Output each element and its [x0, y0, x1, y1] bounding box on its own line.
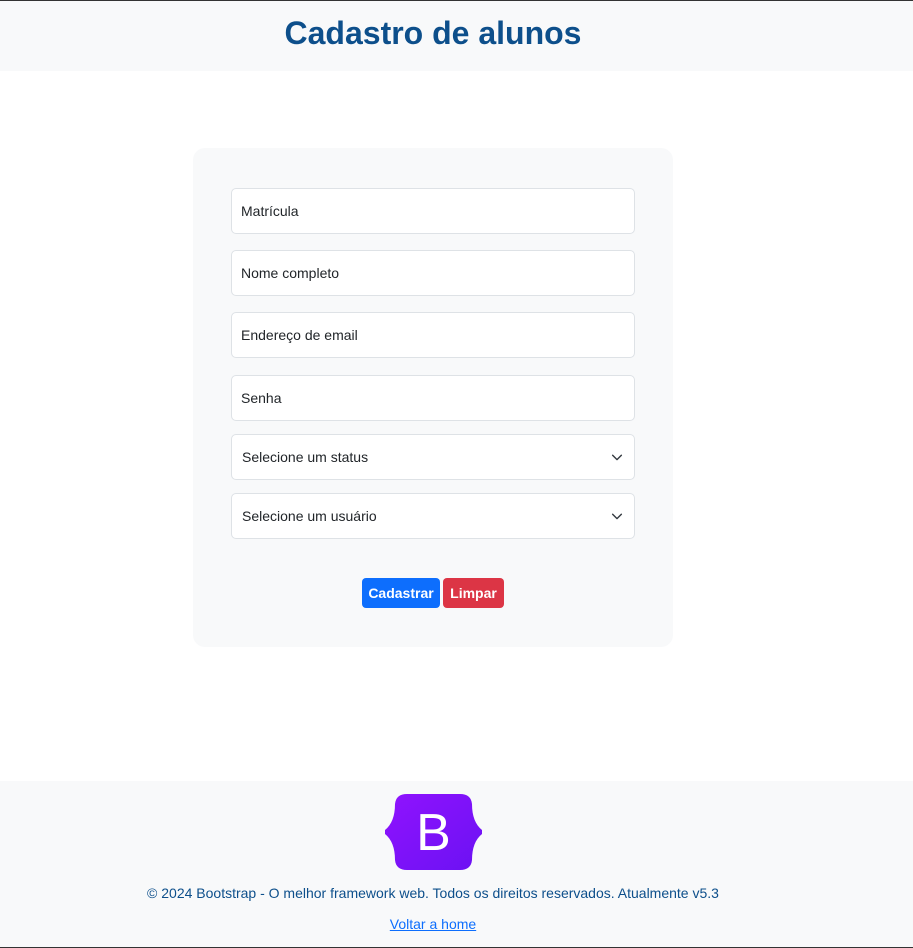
matricula-field[interactable] — [231, 188, 635, 234]
copyright-text: © 2024 Bootstrap - O melhor framework we… — [147, 885, 719, 901]
chevron-down-icon — [611, 513, 623, 520]
matricula-input[interactable] — [232, 189, 634, 233]
page-header: Cadastro de alunos — [0, 1, 913, 71]
cadastrar-button[interactable]: Cadastrar — [362, 578, 440, 608]
email-input[interactable] — [232, 313, 634, 357]
bootstrap-logo: B — [385, 794, 482, 870]
senha-field[interactable] — [231, 375, 635, 421]
email-field[interactable] — [231, 312, 635, 358]
usuario-select[interactable]: Selecione um usuário — [231, 493, 635, 539]
status-select-value: Selecione um status — [242, 449, 369, 465]
page-title: Cadastro de alunos — [284, 15, 582, 51]
status-select[interactable]: Selecione um status — [231, 434, 635, 480]
student-registration-form: Selecione um status Selecione um usuário… — [193, 148, 673, 647]
chevron-down-icon — [611, 454, 623, 461]
usuario-select-value: Selecione um usuário — [242, 508, 377, 524]
senha-input[interactable] — [232, 376, 634, 420]
nome-input[interactable] — [232, 251, 634, 295]
logo-letter: B — [416, 804, 451, 862]
nome-field[interactable] — [231, 250, 635, 296]
home-link[interactable]: Voltar a home — [0, 916, 866, 932]
limpar-button[interactable]: Limpar — [443, 578, 504, 608]
page-footer: B © 2024 Bootstrap - O melhor framework … — [0, 781, 913, 947]
